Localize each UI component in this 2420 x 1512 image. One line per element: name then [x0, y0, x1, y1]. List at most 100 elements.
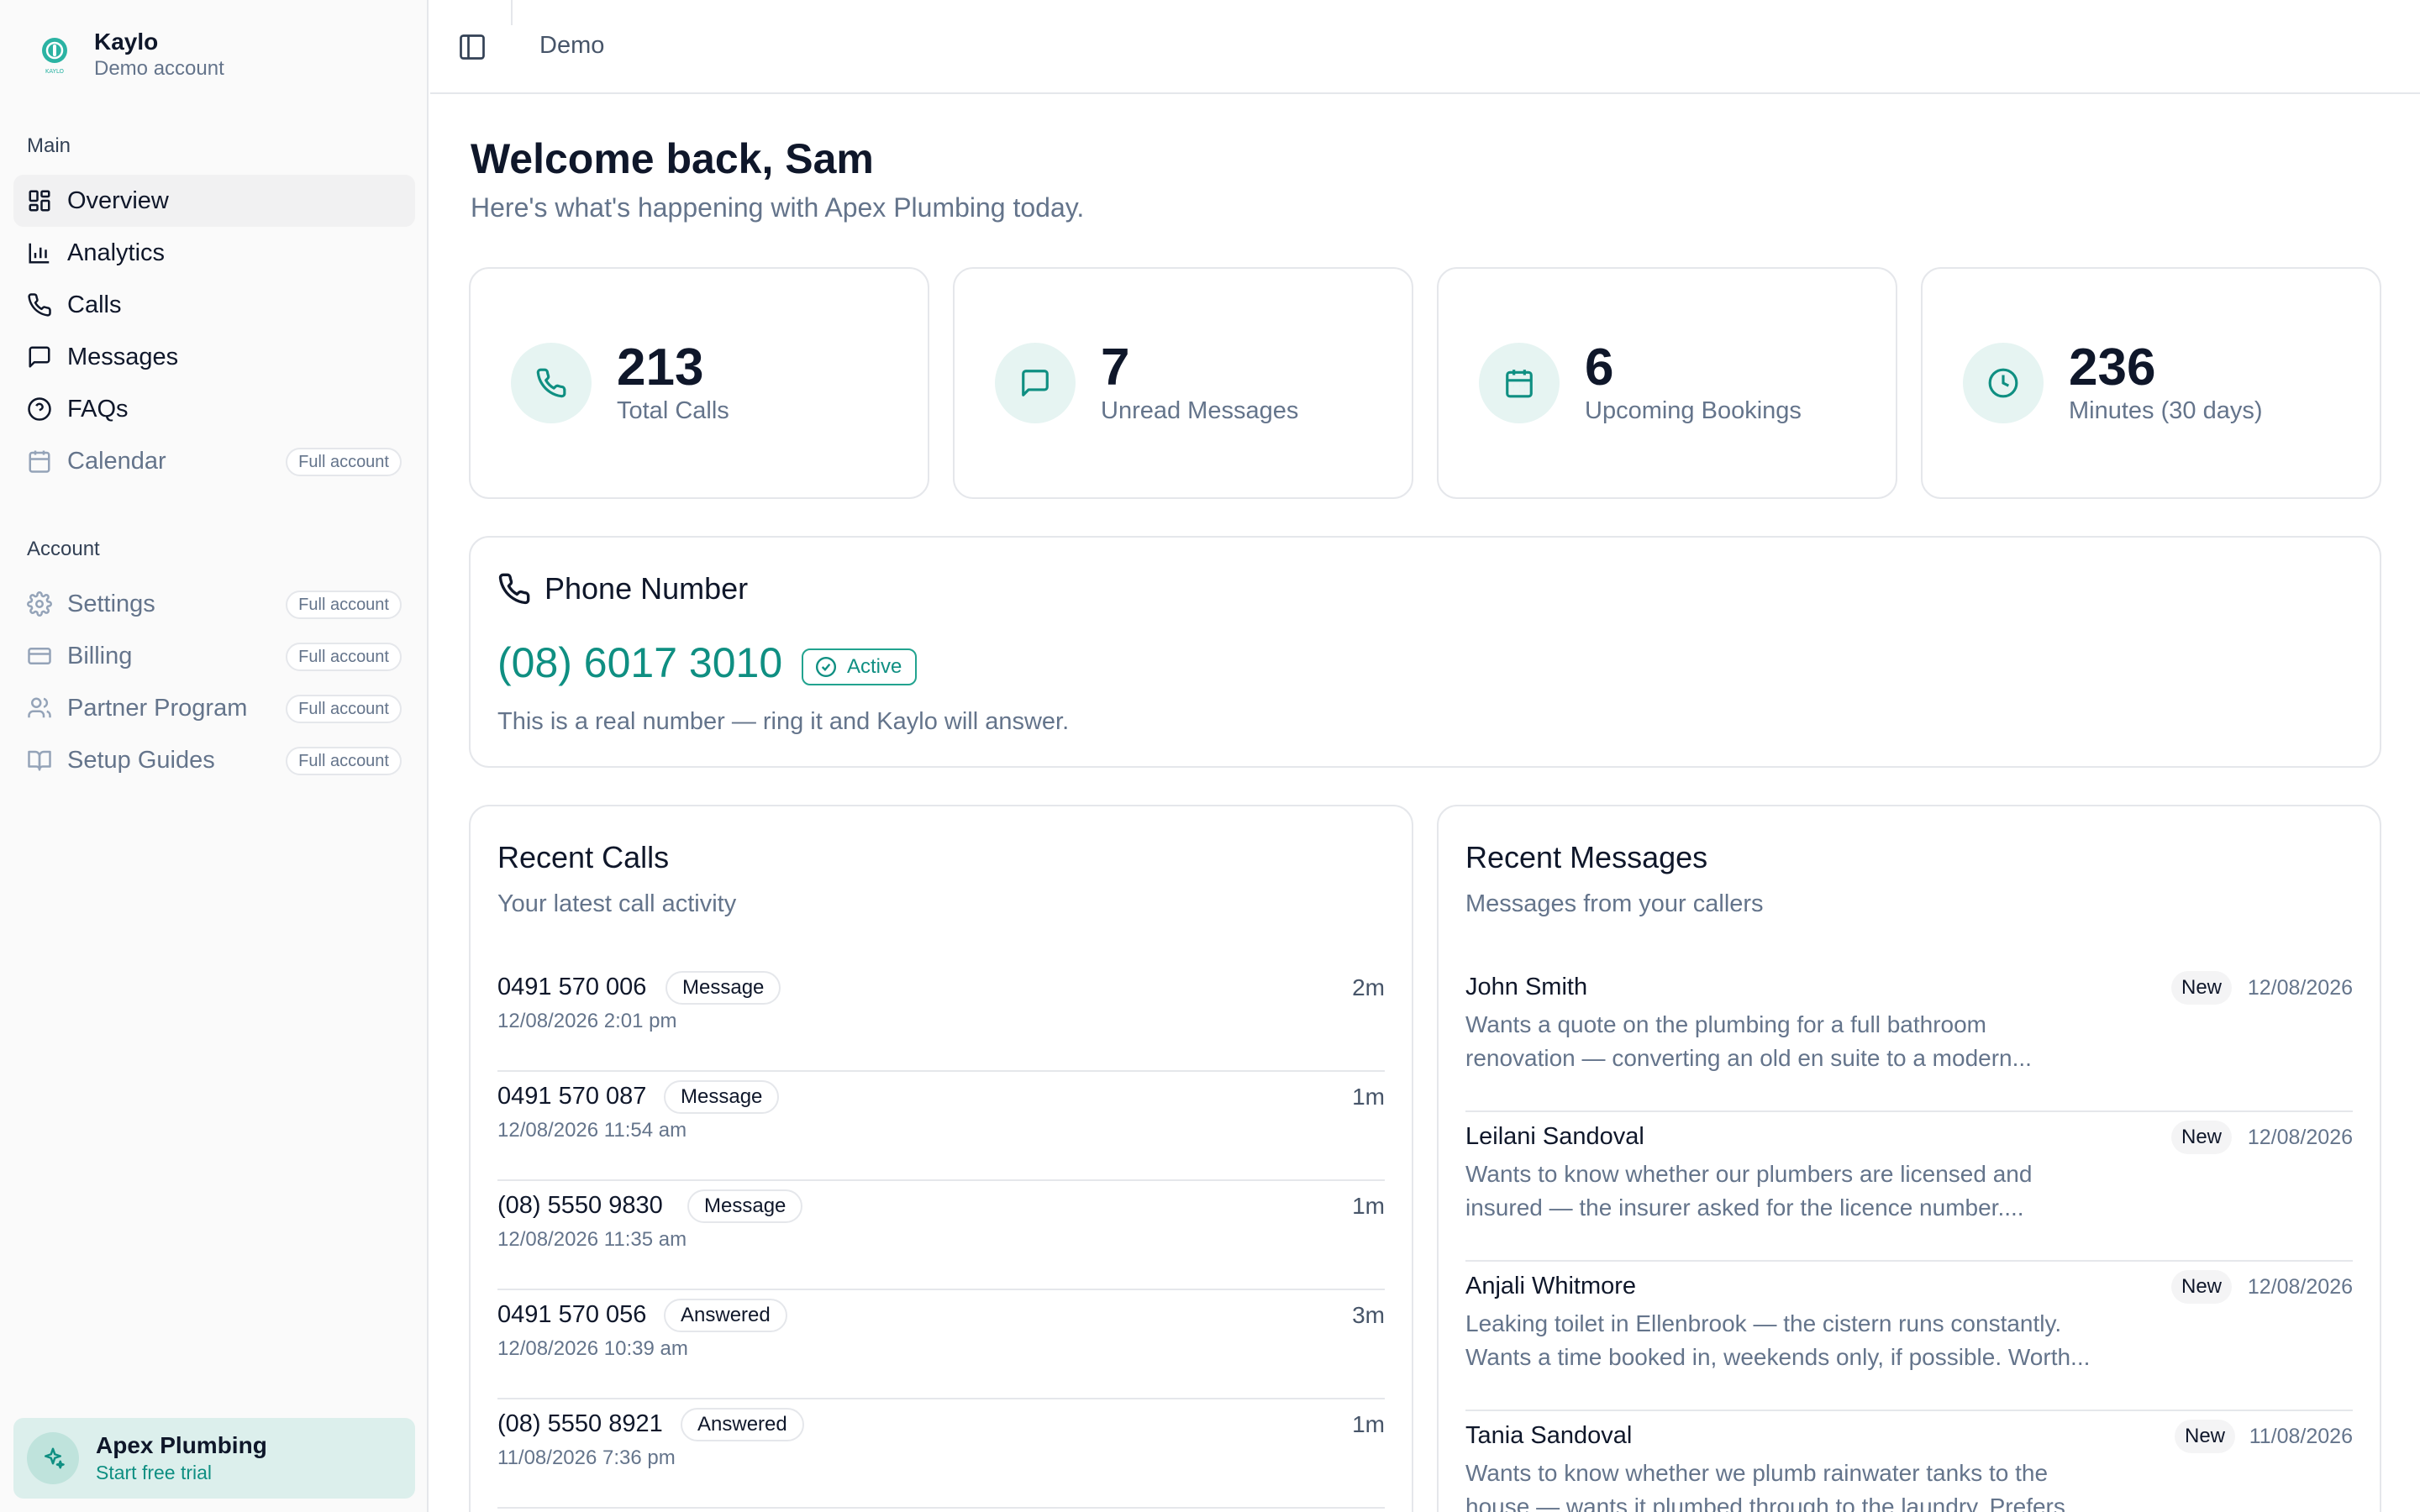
main-nav: Overview Analytics Calls Messages FAQs C…	[13, 175, 415, 487]
grid-icon	[27, 188, 52, 213]
sidebar-item-label: Messages	[67, 343, 179, 370]
recent-calls-card: Recent Calls Your latest call activity 0…	[469, 805, 1413, 1512]
call-row[interactable]: 0491 570 056 Answered 12/08/2026 10:39 a…	[497, 1290, 1385, 1399]
top-bar: Demo	[430, 0, 2420, 94]
trial-business-name: Apex Plumbing	[96, 1432, 267, 1458]
sidebar-item-settings[interactable]: Settings Full account	[13, 578, 415, 630]
call-date: 11/08/2026 7:36 pm	[497, 1446, 676, 1469]
message-preview: Leaking toilet in Ellenbrook — the ciste…	[1465, 1307, 2138, 1374]
call-date: 12/08/2026 11:35 am	[497, 1228, 687, 1251]
calendar-icon	[27, 449, 52, 474]
call-number: 0491 570 006	[497, 974, 647, 1000]
phone-icon	[511, 343, 592, 423]
message-icon	[995, 343, 1076, 423]
stat-card-upcoming-bookings: 6 Upcoming Bookings	[1437, 267, 1897, 499]
book-icon	[27, 748, 52, 773]
breadcrumb[interactable]: Demo	[539, 32, 604, 60]
call-number: (08) 5550 8921	[497, 1410, 663, 1437]
sidebar-item-overview[interactable]: Overview	[13, 175, 415, 227]
full-account-pill: Full account	[286, 747, 402, 775]
recent-messages-card: Recent Messages Messages from your calle…	[1437, 805, 2381, 1512]
call-row[interactable]: (08) 5550 9830 Message 12/08/2026 11:35 …	[497, 1181, 1385, 1290]
sidebar-toggle-icon[interactable]	[457, 32, 487, 62]
sidebar-item-setup-guides[interactable]: Setup Guides Full account	[13, 734, 415, 786]
phone-note: This is a real number — ring it and Kayl…	[497, 708, 1070, 735]
message-preview-line: Wants a quote on the plumbing for a full…	[1465, 1011, 1986, 1037]
page-title: Welcome back, Sam	[471, 135, 874, 182]
recent-calls-subtitle: Your latest call activity	[497, 890, 737, 917]
message-row[interactable]: Tania Sandoval New 11/08/2026 Wants to k…	[1465, 1411, 2353, 1512]
phone-card-header: Phone Number	[497, 571, 748, 606]
message-date: 11/08/2026	[2249, 1425, 2353, 1448]
message-preview: Wants to know whether we plumb rainwater…	[1465, 1457, 2138, 1512]
sidebar-item-label: Settings	[67, 590, 155, 617]
sidebar-item-messages[interactable]: Messages	[13, 331, 415, 383]
page-subtitle: Here's what's happening with Apex Plumbi…	[471, 192, 1085, 223]
gear-icon	[27, 591, 52, 617]
sparkles-icon	[27, 1432, 79, 1484]
account-nav: Settings Full account Billing Full accou…	[13, 578, 415, 786]
call-type-tag: Message	[664, 1080, 780, 1114]
stat-label: Upcoming Bookings	[1585, 397, 1802, 424]
brand-subtitle: Demo account	[94, 57, 224, 80]
sidebar-item-billing[interactable]: Billing Full account	[13, 630, 415, 682]
call-duration: 1m	[1352, 1193, 1385, 1219]
message-sender: Anjali Whitmore	[1465, 1273, 1637, 1299]
status-badge-label: Active	[847, 655, 902, 678]
recent-calls-title: Recent Calls	[497, 840, 670, 874]
message-preview-line: Leaking toilet in Ellenbrook — the ciste…	[1465, 1310, 2062, 1336]
sidebar-item-label: Analytics	[67, 239, 166, 266]
call-number: (08) 5550 9830	[497, 1192, 663, 1219]
sidebar-item-label: Calls	[67, 291, 122, 318]
sidebar-item-faqs[interactable]: FAQs	[13, 383, 415, 435]
trial-cta-label: Start free trial	[96, 1462, 213, 1483]
call-type-tag: Message	[666, 971, 781, 1005]
phone-icon	[27, 292, 52, 318]
message-row[interactable]: John Smith New 12/08/2026 Wants a quote …	[1465, 963, 2353, 1112]
stat-card-total-calls: 213 Total Calls	[469, 267, 929, 499]
brand[interactable]: KAYLO Kaylo Demo account	[34, 25, 224, 84]
full-account-pill: Full account	[286, 643, 402, 671]
full-account-pill: Full account	[286, 695, 402, 723]
sidebar-item-calls[interactable]: Calls	[13, 279, 415, 331]
phone-number-link[interactable]: (08) 6017 3010	[497, 638, 782, 687]
message-date: 12/08/2026	[2247, 976, 2353, 1000]
credit-card-icon	[27, 643, 52, 669]
brand-name: Kaylo	[94, 29, 159, 55]
call-row[interactable]: 0491 570 087 Message 12/08/2026 11:54 am…	[497, 1072, 1385, 1181]
stat-value: 213	[617, 339, 704, 396]
kaylo-logo-icon: KAYLO	[34, 34, 76, 76]
message-row[interactable]: Anjali Whitmore New 12/08/2026 Leaking t…	[1465, 1262, 2353, 1411]
sidebar-item-label: Overview	[67, 186, 169, 214]
call-row[interactable]: (08) 5550 8921 Answered 11/08/2026 7:36 …	[497, 1399, 1385, 1509]
status-badge: Active	[802, 648, 918, 685]
bar-chart-icon	[27, 240, 52, 265]
clock-icon	[1963, 343, 2044, 423]
sidebar-item-calendar[interactable]: Calendar Full account	[13, 435, 415, 487]
phone-number-card: Phone Number (08) 6017 3010 Active This …	[469, 536, 2381, 768]
message-date: 12/08/2026	[2247, 1126, 2353, 1149]
call-duration: 1m	[1352, 1411, 1385, 1437]
svg-text:KAYLO: KAYLO	[45, 68, 65, 75]
call-type-tag: Answered	[664, 1299, 787, 1332]
call-duration: 3m	[1352, 1302, 1385, 1328]
sidebar-item-label: Setup Guides	[67, 746, 215, 774]
recent-messages-title: Recent Messages	[1465, 840, 1708, 874]
stat-value: 7	[1101, 339, 1130, 396]
group-label-account: Account	[27, 538, 100, 560]
call-type-tag: Answered	[681, 1408, 804, 1441]
start-trial-button[interactable]: Apex Plumbing Start free trial	[13, 1418, 415, 1499]
full-account-pill: Full account	[286, 591, 402, 619]
call-row[interactable]: 0491 570 006 Message 12/08/2026 2:01 pm …	[497, 963, 1385, 1072]
sidebar-item-analytics[interactable]: Analytics	[13, 227, 415, 279]
call-date: 12/08/2026 11:54 am	[497, 1119, 687, 1142]
sidebar-item-partner-program[interactable]: Partner Program Full account	[13, 682, 415, 734]
phone-card-title: Phone Number	[544, 571, 749, 606]
message-preview: Wants to know whether our plumbers are l…	[1465, 1158, 2138, 1225]
message-preview-line: Wants to know whether our plumbers are l…	[1465, 1161, 2033, 1187]
sidebar-item-label: Billing	[67, 642, 133, 669]
message-row[interactable]: Leilani Sandoval New 12/08/2026 Wants to…	[1465, 1112, 2353, 1262]
stat-value: 6	[1585, 339, 1614, 396]
call-number: 0491 570 056	[497, 1301, 647, 1328]
message-icon	[27, 344, 52, 370]
